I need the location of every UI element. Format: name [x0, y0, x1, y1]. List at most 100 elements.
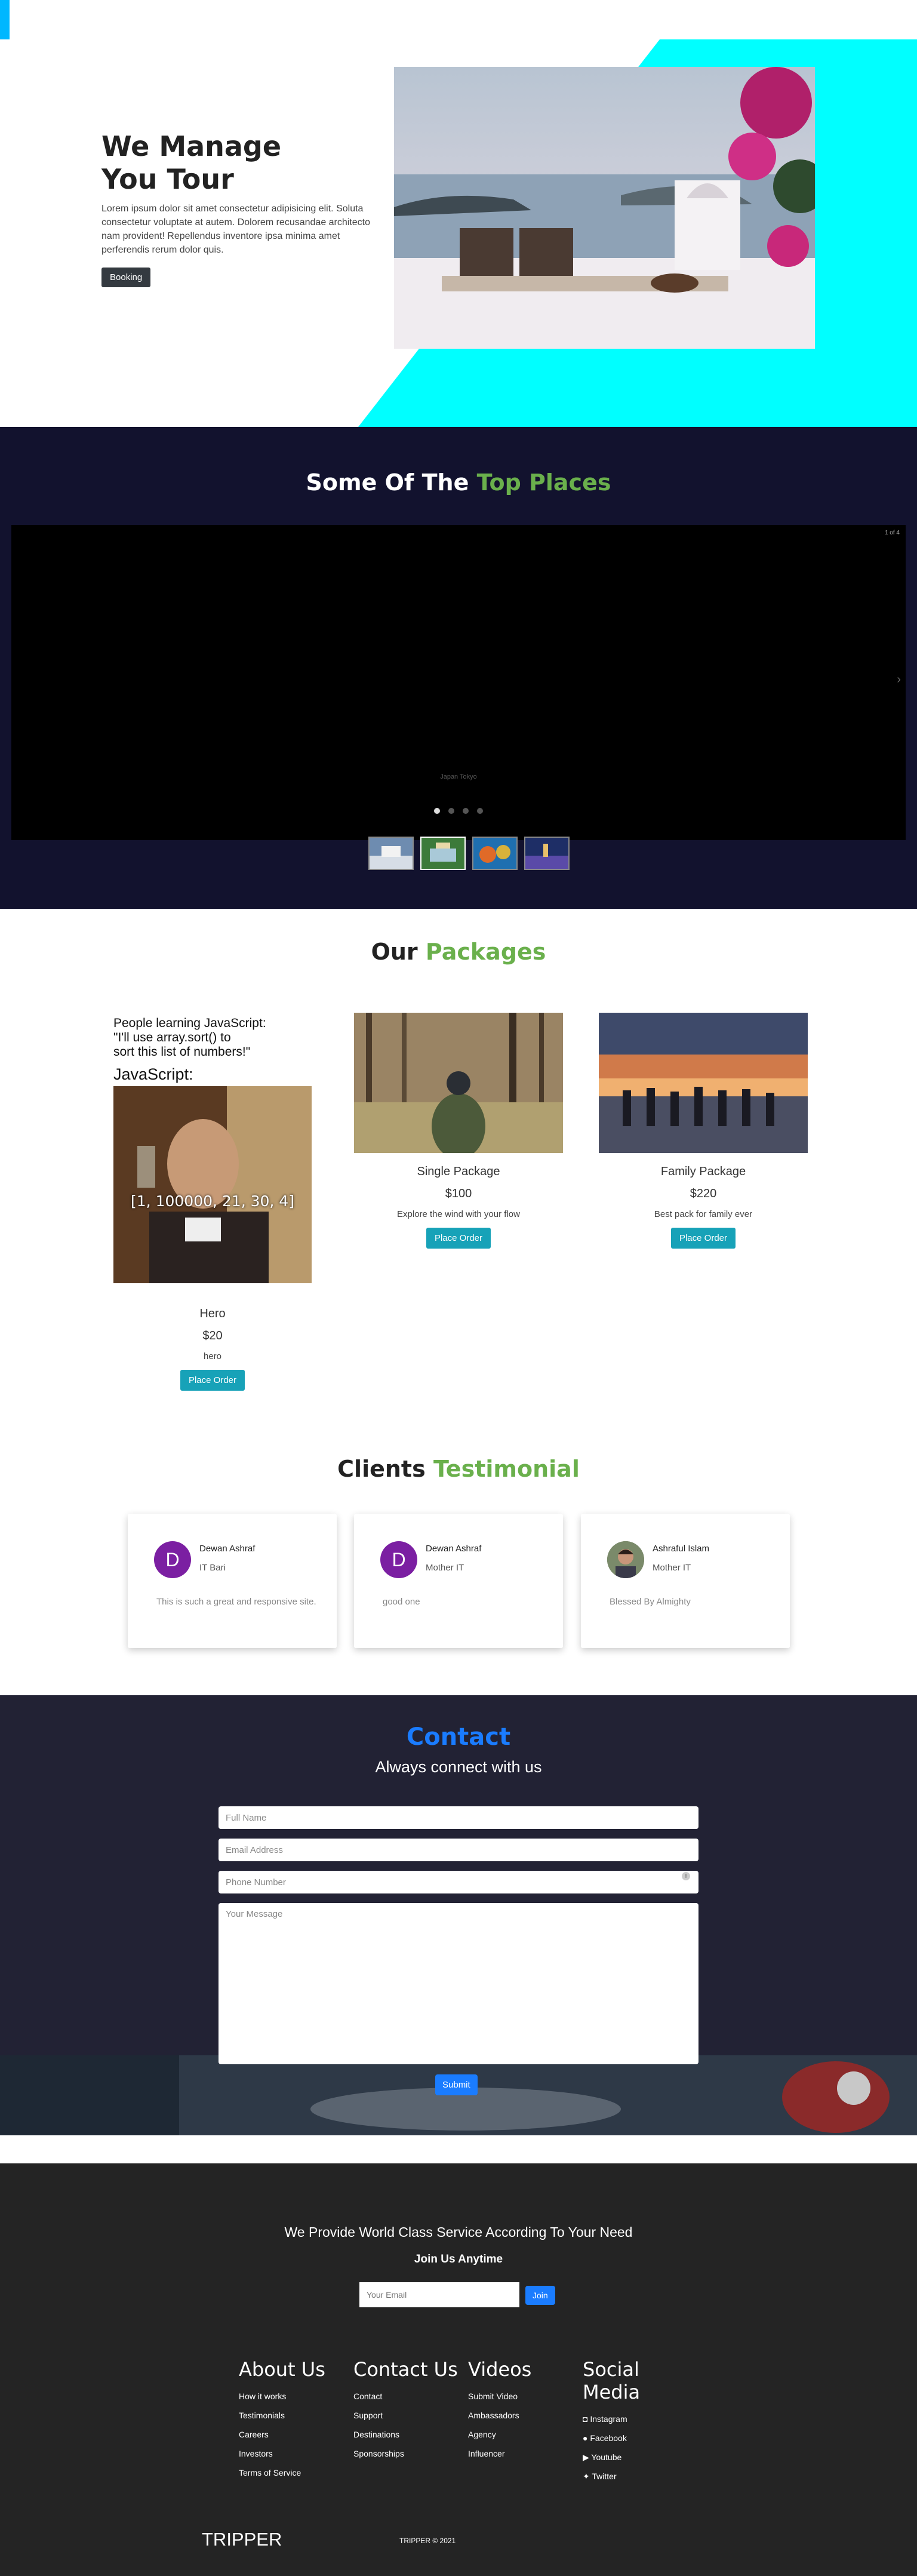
- meme-caption: People learning JavaScript: "I'll use ar…: [113, 1016, 266, 1059]
- submit-button[interactable]: Submit: [435, 2074, 478, 2095]
- footer-link-label: Twitter: [592, 2472, 617, 2481]
- footer-link[interactable]: Destinations: [353, 2425, 461, 2444]
- hero-title: We Manage You Tour: [101, 130, 282, 195]
- footer-link[interactable]: Submit Video: [468, 2387, 576, 2406]
- testimonial-card: D Dewan Ashraf Mother IT good one: [354, 1514, 563, 1648]
- footer-column-title: Videos: [468, 2358, 532, 2381]
- footer-link[interactable]: Sponsorships: [353, 2444, 461, 2463]
- message-textarea[interactable]: [219, 1903, 698, 2064]
- top-places-section: Some Of The Top Places 1 of 4 › Japan To…: [0, 427, 917, 909]
- carousel-thumbnail[interactable]: [368, 837, 414, 870]
- footer-link-label: Youtube: [591, 2452, 622, 2462]
- hero-description: Lorem ipsum dolor sit amet consectetur a…: [101, 204, 371, 255]
- carousel-dot[interactable]: [448, 808, 454, 814]
- package-description: hero: [203, 1351, 222, 1361]
- carousel-dot[interactable]: [463, 808, 469, 814]
- testimonials-section: Clients Testimonial D Dewan Ashraf IT Ba…: [0, 1416, 917, 1695]
- facebook-icon: ●: [583, 2433, 588, 2443]
- testimonial-role: Mother IT: [426, 1563, 464, 1573]
- package-price: $220: [690, 1187, 717, 1200]
- avatar: D: [380, 1541, 417, 1578]
- title-part-plain: Our: [371, 939, 426, 965]
- meme-array-text: [1, 100000, 21, 30, 4]: [131, 1192, 294, 1210]
- accent-bar: [0, 0, 10, 39]
- footer-subline: Join Us Anytime: [414, 2253, 503, 2265]
- footer-link[interactable]: Careers: [239, 2425, 346, 2444]
- footer-link[interactable]: Support: [353, 2406, 461, 2425]
- footer-link-twitter[interactable]: ✦ Twitter: [583, 2467, 678, 2486]
- footer-links: How it works Testimonials Careers Invest…: [239, 2387, 346, 2482]
- top-places-title: Some Of The Top Places: [0, 469, 917, 496]
- footer-link[interactable]: Agency: [468, 2425, 576, 2444]
- package-description: Explore the wind with your flow: [397, 1209, 520, 1219]
- footer: We Provide World Class Service According…: [0, 2163, 917, 2576]
- testimonial-card: D Dewan Ashraf IT Bari This is such a gr…: [128, 1514, 337, 1648]
- footer-brand[interactable]: TRIPPER: [202, 2529, 282, 2550]
- footer-link-label: Instagram: [590, 2414, 627, 2424]
- package-card: Family Package $220 Best pack for family…: [599, 1013, 808, 1249]
- footer-links: ◘ Instagram ● Facebook ▶ Youtube ✦ Twitt…: [583, 2409, 678, 2486]
- footer-link-instagram[interactable]: ◘ Instagram: [583, 2409, 678, 2429]
- package-name: Family Package: [660, 1165, 746, 1178]
- package-name: Hero: [199, 1307, 226, 1320]
- package-price: $20: [202, 1329, 223, 1342]
- footer-link[interactable]: Investors: [239, 2444, 346, 2463]
- carousel-caption: Japan Tokyo: [440, 773, 477, 780]
- chevron-right-icon[interactable]: ›: [897, 673, 901, 687]
- place-order-button[interactable]: Place Order: [670, 1228, 736, 1249]
- testimonial-name: Dewan Ashraf: [426, 1544, 482, 1554]
- phone-input[interactable]: [219, 1871, 698, 1893]
- footer-link[interactable]: Influencer: [468, 2444, 576, 2463]
- booking-button[interactable]: Booking: [101, 268, 151, 287]
- footer-column-title: Contact Us: [353, 2358, 458, 2381]
- carousel-thumbnail[interactable]: [420, 837, 466, 870]
- footer-link[interactable]: Ambassadors: [468, 2406, 576, 2425]
- footer-column-contact: Contact Us Contact Support Destinations …: [353, 2358, 461, 2463]
- footer-headline: We Provide World Class Service According…: [284, 2224, 633, 2240]
- testimonial-quote: This is such a great and responsive site…: [156, 1597, 316, 1607]
- title-part-accent: Testimonial: [433, 1456, 580, 1482]
- avatar: D: [154, 1541, 191, 1578]
- package-image: [599, 1013, 808, 1153]
- spacer: [0, 2135, 917, 2163]
- package-description: Best pack for family ever: [654, 1209, 753, 1219]
- packages-section: Our Packages People learning JavaScript:…: [0, 909, 917, 1416]
- carousel-dot[interactable]: [434, 808, 440, 814]
- footer-link-facebook[interactable]: ● Facebook: [583, 2429, 678, 2448]
- place-order-button[interactable]: Place Order: [426, 1228, 491, 1249]
- title-part-plain: Some Of The: [306, 469, 477, 496]
- hero-text: We Manage You Tour Lorem ipsum dolor sit…: [101, 130, 373, 287]
- contact-subtitle: Always connect with us: [375, 1758, 542, 1776]
- footer-column-title: About Us: [239, 2358, 325, 2381]
- full-name-input[interactable]: [219, 1806, 698, 1829]
- footer-link[interactable]: Testimonials: [239, 2406, 346, 2425]
- info-icon: !: [682, 1872, 690, 1880]
- footer-link[interactable]: How it works: [239, 2387, 346, 2406]
- footer-column-about: About Us How it works Testimonials Caree…: [239, 2358, 346, 2482]
- newsletter-email-input[interactable]: [359, 2282, 519, 2307]
- testimonial-quote: Blessed By Almighty: [610, 1597, 691, 1607]
- email-input[interactable]: [219, 1839, 698, 1861]
- page: We Manage You Tour Lorem ipsum dolor sit…: [0, 0, 917, 2576]
- carousel-thumbnail[interactable]: [524, 837, 570, 870]
- places-carousel[interactable]: 1 of 4 › Japan Tokyo: [11, 525, 906, 870]
- carousel-thumbnails: [368, 837, 570, 870]
- footer-link[interactable]: Terms of Service: [239, 2463, 346, 2482]
- meme-label: JavaScript:: [113, 1065, 193, 1083]
- package-card: Hero $20 hero Place Order: [113, 1295, 312, 1391]
- meme-image: [1, 100000, 21, 30, 4]: [113, 1086, 312, 1283]
- testimonial-name: Dewan Ashraf: [199, 1544, 256, 1554]
- footer-column-videos: Videos Submit Video Ambassadors Agency I…: [468, 2358, 576, 2463]
- carousel-dot[interactable]: [477, 808, 483, 814]
- join-button[interactable]: Join: [525, 2286, 555, 2305]
- place-order-button[interactable]: Place Order: [180, 1370, 245, 1391]
- footer-column-social: Social Media ◘ Instagram ● Facebook ▶ Yo…: [583, 2358, 678, 2486]
- title-part-accent: Top Places: [476, 469, 611, 496]
- title-part-accent: Packages: [425, 939, 546, 965]
- package-name: Single Package: [417, 1165, 500, 1178]
- carousel-thumbnail[interactable]: [472, 837, 518, 870]
- footer-link[interactable]: Contact: [353, 2387, 461, 2406]
- title-part-plain: Clients: [337, 1456, 433, 1482]
- contact-background-image: [0, 2055, 917, 2135]
- footer-link-youtube[interactable]: ▶ Youtube: [583, 2448, 678, 2467]
